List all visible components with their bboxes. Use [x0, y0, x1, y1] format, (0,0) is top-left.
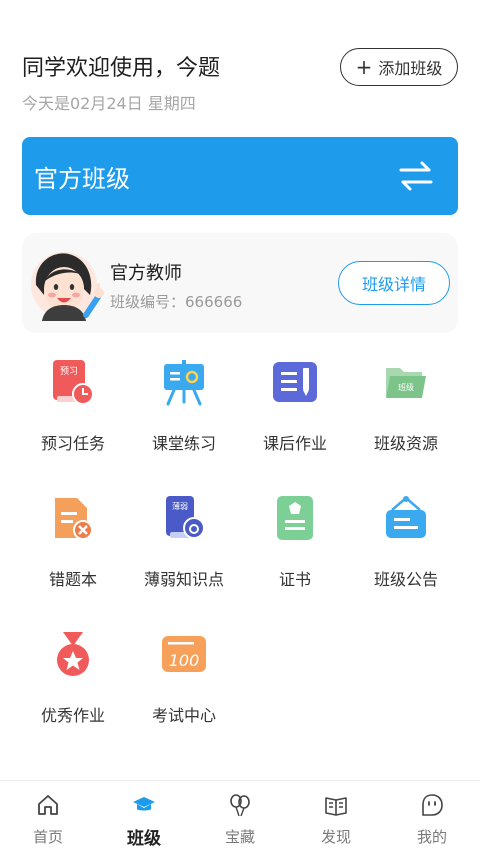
header: 同学欢迎使用，今题 今天是02月24日 星期四 + 添加班级 [22, 48, 458, 118]
feature-label: 优秀作业 [40, 706, 105, 725]
feature-excellent-homework[interactable]: 优秀作业 [18, 622, 128, 732]
plus-icon: + [355, 55, 373, 79]
tab-mine[interactable]: 我的 [384, 781, 480, 854]
swap-arrows-icon[interactable] [398, 159, 434, 193]
banner-title: 官方班级 [34, 165, 130, 193]
tab-label: 首页 [32, 828, 63, 846]
tab-treasure[interactable]: 宝藏 [192, 781, 288, 854]
teacher-card: 官方教师 班级编号：666666 班级详情 [22, 233, 458, 333]
graduation-cap-icon [133, 797, 155, 811]
feature-homework[interactable]: 课后作业 [240, 350, 350, 460]
tab-class[interactable]: 班级 [96, 781, 192, 854]
feature-label: 错题本 [48, 570, 97, 589]
class-notice-icon [386, 496, 426, 538]
feature-class-notice[interactable]: 班级公告 [351, 486, 461, 596]
feature-weak-points[interactable]: 薄弱 薄弱知识点 [129, 486, 239, 596]
feature-wrong-questions[interactable]: 错题本 [18, 486, 128, 596]
exam-badge: 100 [169, 651, 200, 670]
feature-classroom-practice[interactable]: 课堂练习 [129, 350, 239, 460]
class-resources-icon: 班级 [386, 368, 426, 398]
feature-label: 证书 [278, 570, 311, 589]
teacher-name: 官方教师 [110, 263, 182, 284]
greeting-text: 同学欢迎使用，今题 [22, 56, 221, 81]
tab-label: 班级 [127, 829, 161, 849]
feature-label: 课堂练习 [151, 434, 216, 453]
class-number: 班级编号：666666 [110, 291, 242, 312]
class-details-button[interactable]: 班级详情 [338, 261, 450, 305]
feature-label: 课后作业 [262, 434, 327, 453]
feature-certificate[interactable]: 证书 [240, 486, 350, 596]
feature-label: 薄弱知识点 [143, 570, 224, 589]
homework-icon [273, 362, 317, 402]
tab-label: 我的 [416, 828, 447, 846]
profile-face-icon [422, 794, 443, 816]
preview-badge: 预习 [60, 366, 78, 377]
excellent-homework-icon [57, 632, 89, 676]
feature-label: 考试中心 [151, 706, 216, 725]
wrong-questions-icon [55, 498, 93, 540]
resources-badge: 班级 [398, 382, 414, 392]
book-icon [325, 797, 347, 816]
balloons-icon [230, 794, 250, 817]
bottom-tab-bar: 首页 班级 宝藏 发现 我的 [0, 780, 480, 854]
tab-discover[interactable]: 发现 [288, 781, 384, 854]
preview-task-icon: 预习 [53, 360, 94, 405]
official-class-banner[interactable]: 官方班级 [22, 137, 458, 215]
tab-label: 发现 [320, 828, 351, 846]
feature-label: 班级公告 [373, 570, 438, 589]
teacher-avatar [31, 252, 104, 321]
tab-label: 宝藏 [224, 828, 255, 846]
certificate-icon [277, 496, 313, 540]
add-class-label: 添加班级 [378, 59, 443, 78]
feature-preview-task[interactable]: 预习 预习任务 [18, 350, 128, 460]
weak-badge: 薄弱 [172, 501, 188, 511]
date-text: 今天是02月24日 星期四 [22, 94, 196, 113]
class-number-value: 666666 [185, 293, 243, 311]
classroom-practice-icon [164, 360, 204, 406]
class-number-label: 班级编号： [110, 293, 186, 311]
home-icon [38, 795, 58, 815]
add-class-button[interactable]: + 添加班级 [340, 48, 458, 86]
feature-class-resources[interactable]: 班级 班级资源 [351, 350, 461, 460]
feature-exam-center[interactable]: 100 考试中心 [129, 622, 239, 732]
weak-points-icon: 薄弱 [166, 496, 205, 539]
feature-label: 班级资源 [373, 434, 438, 453]
feature-label: 预习任务 [40, 434, 105, 453]
exam-center-icon: 100 [162, 636, 206, 672]
tab-home[interactable]: 首页 [0, 781, 96, 854]
